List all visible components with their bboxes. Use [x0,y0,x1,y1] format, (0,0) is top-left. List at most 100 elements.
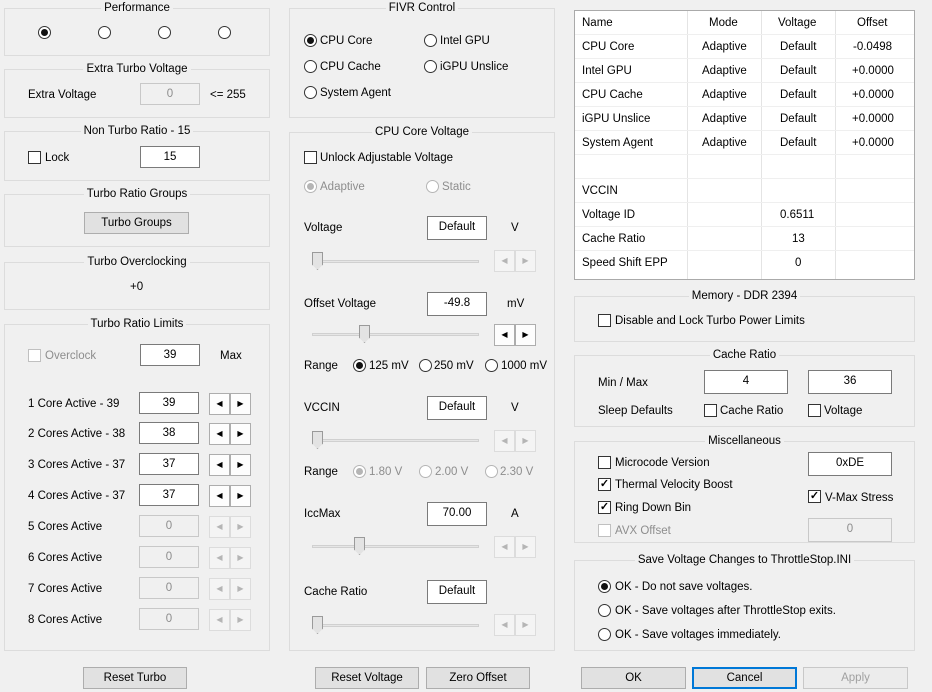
spin-left-icon[interactable]: ◀ [209,423,230,445]
cache-min-input[interactable]: 4 [704,370,788,394]
turbo-row-input[interactable]: 0 [139,577,199,599]
turbo-row-spinner[interactable]: ◀ ▶ [209,393,251,415]
spin-right-icon[interactable]: ▶ [230,423,251,445]
sleep-cache-ratio-checkbox[interactable] [704,404,717,417]
disable-turbo-limits-checkbox[interactable] [598,314,611,327]
vccin-spinner[interactable]: ◀ ▶ [494,430,536,452]
turbo-row-spinner[interactable]: ◀ ▶ [209,547,251,569]
performance-radio-1[interactable] [38,26,51,39]
turbo-row-spinner[interactable]: ◀ ▶ [209,485,251,507]
offset-spinner[interactable]: ◀ ▶ [494,324,536,346]
sleep-voltage-checkbox[interactable] [808,404,821,417]
spin-left-icon[interactable]: ◀ [494,250,515,272]
extra-voltage-input[interactable]: 0 [140,83,200,105]
max-ratio-input[interactable]: 39 [140,344,200,366]
spin-left-icon[interactable]: ◀ [494,324,515,346]
range-250-radio[interactable] [419,359,432,372]
turbo-row-spinner[interactable]: ◀ ▶ [209,516,251,538]
unlock-voltage-checkbox[interactable] [304,151,317,164]
save-option-2-radio[interactable] [598,604,611,617]
spin-right-icon[interactable]: ▶ [230,393,251,415]
iccmax-spinner[interactable]: ◀ ▶ [494,536,536,558]
turbo-row-spinner[interactable]: ◀ ▶ [209,423,251,445]
core-cache-ratio-input[interactable]: Default [427,580,487,604]
turbo-row-input[interactable]: 38 [139,422,199,444]
thermal-velocity-boost-checkbox[interactable]: ✓ [598,478,611,491]
spin-left-icon[interactable]: ◀ [209,454,230,476]
cache-max-input[interactable]: 36 [808,370,892,394]
spin-right-icon[interactable]: ▶ [515,430,536,452]
turbo-row-spinner[interactable]: ◀ ▶ [209,609,251,631]
iccmax-input[interactable]: 70.00 [427,502,487,526]
performance-radio-3[interactable] [158,26,171,39]
turbo-row-input[interactable]: 39 [139,392,199,414]
overclock-checkbox[interactable] [28,349,41,362]
turbo-row-label: 1 Core Active - 39 [28,398,120,410]
save-option-1-radio[interactable] [598,580,611,593]
spin-right-icon[interactable]: ▶ [230,609,251,631]
turbo-row-input[interactable]: 0 [139,546,199,568]
lock-checkbox[interactable] [28,151,41,164]
range-230-radio[interactable] [485,465,498,478]
spin-left-icon[interactable]: ◀ [209,485,230,507]
turbo-groups-button[interactable]: Turbo Groups [84,212,189,234]
cache-ratio-spinner[interactable]: ◀ ▶ [494,614,536,636]
turbo-row-input[interactable]: 37 [139,484,199,506]
spin-right-icon[interactable]: ▶ [515,614,536,636]
spin-right-icon[interactable]: ▶ [515,536,536,558]
range-125-radio[interactable] [353,359,366,372]
voltage-slider-track [312,260,479,263]
save-option-3-radio[interactable] [598,628,611,641]
zero-offset-button[interactable]: Zero Offset [426,667,530,689]
spin-right-icon[interactable]: ▶ [230,516,251,538]
spin-right-icon[interactable]: ▶ [230,547,251,569]
spin-right-icon[interactable]: ▶ [230,578,251,600]
adaptive-radio[interactable] [304,180,317,193]
range-180-radio[interactable] [353,465,366,478]
non-turbo-ratio-input[interactable]: 15 [140,146,200,168]
range-1000-radio[interactable] [485,359,498,372]
spin-right-icon[interactable]: ▶ [230,454,251,476]
avx-offset-input[interactable]: 0 [808,518,892,542]
spin-left-icon[interactable]: ◀ [494,536,515,558]
static-radio[interactable] [426,180,439,193]
performance-radio-2[interactable] [98,26,111,39]
turbo-row-spinner[interactable]: ◀ ▶ [209,578,251,600]
spin-left-icon[interactable]: ◀ [209,578,230,600]
offset-voltage-input[interactable]: -49.8 [427,292,487,316]
turbo-row-spinner[interactable]: ◀ ▶ [209,454,251,476]
spin-left-icon[interactable]: ◀ [494,430,515,452]
performance-radio-4[interactable] [218,26,231,39]
turbo-row-input[interactable]: 0 [139,608,199,630]
offset-slider-track [312,333,479,336]
turbo-row-input[interactable]: 37 [139,453,199,475]
spin-left-icon[interactable]: ◀ [209,609,230,631]
voltage-input[interactable]: Default [427,216,487,240]
fivr-intel-gpu-radio[interactable] [424,34,437,47]
spin-right-icon[interactable]: ▶ [230,485,251,507]
spin-left-icon[interactable]: ◀ [209,393,230,415]
table-header-name: Name [582,17,613,29]
reset-voltage-button[interactable]: Reset Voltage [315,667,419,689]
spin-left-icon[interactable]: ◀ [209,516,230,538]
spin-left-icon[interactable]: ◀ [209,547,230,569]
voltage-spinner[interactable]: ◀ ▶ [494,250,536,272]
range-200-radio[interactable] [419,465,432,478]
fivr-cpu-core-radio[interactable] [304,34,317,47]
turbo-row-input[interactable]: 0 [139,515,199,537]
vccin-input[interactable]: Default [427,396,487,420]
avx-offset-checkbox[interactable] [598,524,611,537]
fivr-igpu-unslice-radio[interactable] [424,60,437,73]
ring-down-bin-checkbox[interactable]: ✓ [598,501,611,514]
microcode-checkbox[interactable] [598,456,611,469]
spin-left-icon[interactable]: ◀ [494,614,515,636]
ok-button[interactable]: OK [581,667,686,689]
fivr-cpu-cache-radio[interactable] [304,60,317,73]
reset-turbo-button[interactable]: Reset Turbo [83,667,187,689]
fivr-system-agent-radio[interactable] [304,86,317,99]
cancel-button[interactable]: Cancel [692,667,797,689]
spin-right-icon[interactable]: ▶ [515,250,536,272]
spin-right-icon[interactable]: ▶ [515,324,536,346]
vmax-stress-checkbox[interactable]: ✓ [808,490,821,503]
apply-button[interactable]: Apply [803,667,908,689]
